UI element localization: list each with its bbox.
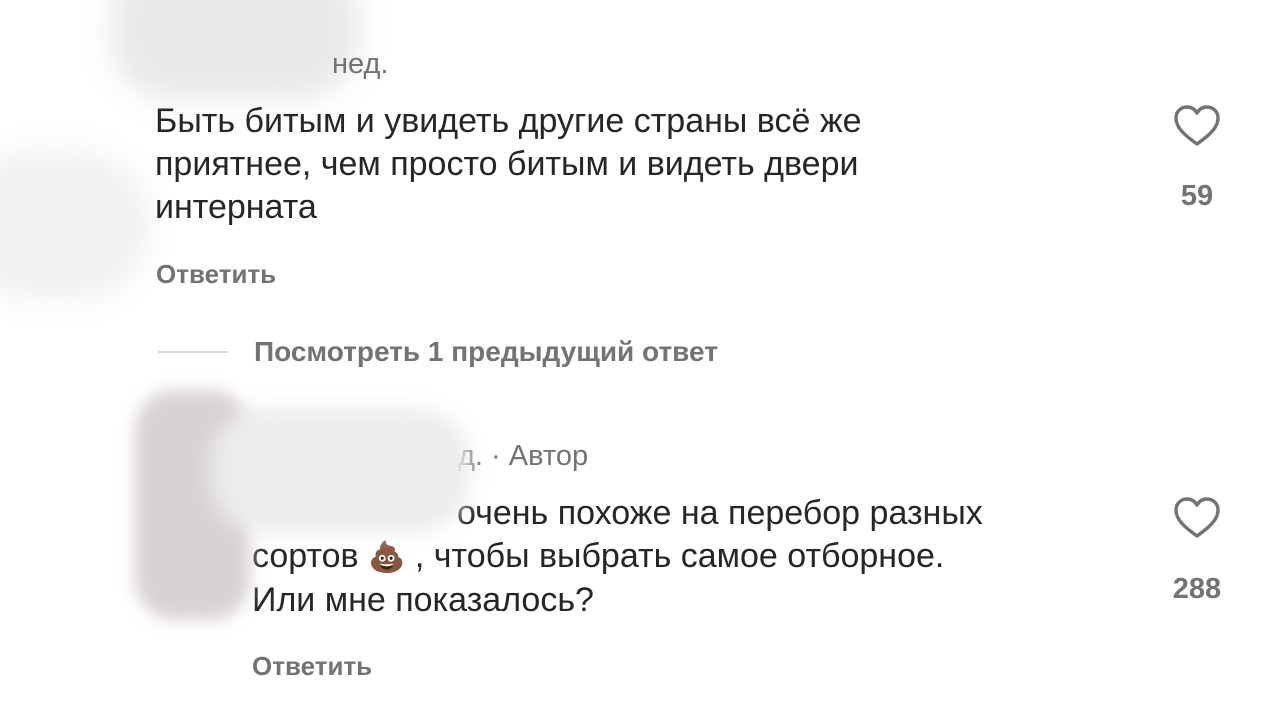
reply-thread-divider [158, 351, 228, 353]
view-replies-button[interactable]: Посмотреть 1 предыдущий ответ [158, 332, 718, 372]
reply-button[interactable]: Ответить [252, 651, 372, 682]
comment-text-fragment: сортов [252, 537, 359, 575]
redacted-blur [0, 150, 150, 300]
comment-text-line: Или мне показалось? [252, 581, 594, 619]
like-count: 288 [1172, 573, 1222, 605]
comment-timestamp-author: д. · Автор [458, 440, 589, 472]
comment-text-line: приятнее, чем просто битым и видеть двер… [155, 145, 859, 183]
heart-outline-icon[interactable] [1172, 496, 1222, 540]
comment-timestamp: нед. [332, 48, 389, 80]
comment-text-line: Быть битым и увидеть другие страны всё ж… [155, 102, 862, 140]
comment-text-line: интерната [155, 188, 317, 226]
comment-text-fragment: , чтобы выбрать самое отборное. [414, 537, 945, 575]
comment-text: Быть битым и увидеть другие страны всё ж… [155, 100, 861, 229]
reply-button[interactable]: Ответить [156, 259, 276, 290]
heart-outline-icon[interactable] [1172, 104, 1222, 148]
view-replies-label: Посмотреть 1 предыдущий ответ [254, 336, 718, 367]
redacted-avatar-blur [110, 0, 360, 100]
redacted-username-blur [210, 408, 470, 533]
like-count: 59 [1180, 180, 1214, 212]
poop-emoji-icon: 💩 [368, 540, 406, 575]
comment-text-line: сортов 💩 , чтобы выбрать самое отборное. [252, 535, 983, 579]
